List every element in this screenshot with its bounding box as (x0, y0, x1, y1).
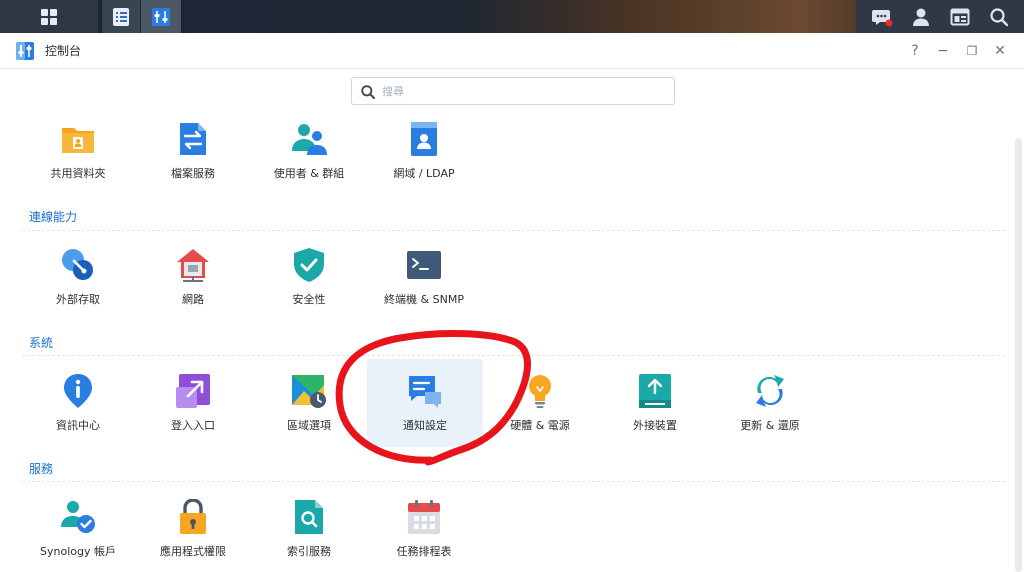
maximize-button[interactable]: ❐ (962, 41, 982, 61)
control-panel-app-icon (16, 42, 34, 60)
tile-login-portal[interactable]: 登入入口 (135, 359, 251, 447)
tile-file-services[interactable]: 檔案服務 (135, 107, 251, 195)
external-device-icon (639, 374, 671, 408)
close-button[interactable]: ✕ (990, 41, 1010, 61)
security-shield-icon (294, 248, 324, 282)
external-access-icon (62, 249, 93, 280)
tile-label: 任務排程表 (396, 545, 452, 558)
tile-external-devices[interactable]: 外接裝置 (597, 359, 713, 447)
tile-label: 網路 (182, 293, 204, 306)
tile-update-restore[interactable]: 更新 & 還原 (712, 359, 828, 447)
shared-folder-icon (62, 128, 94, 153)
domain-ldap-icon (411, 122, 437, 156)
lock-icon (180, 499, 206, 534)
lightbulb-icon (529, 375, 551, 408)
notification-icon (409, 376, 441, 408)
search-input[interactable] (382, 82, 666, 100)
indexing-search-icon (295, 500, 323, 534)
section-divider (22, 230, 1005, 231)
taskbar-tray (856, 0, 1024, 33)
update-restore-icon (756, 375, 784, 407)
search-icon[interactable] (987, 5, 1011, 29)
calendar-icon (408, 500, 440, 534)
tile-label: 使用者 & 群組 (273, 167, 345, 180)
tile-label: 硬體 & 電源 (510, 419, 570, 432)
synology-account-icon (61, 501, 95, 533)
tile-task-scheduler[interactable]: 任務排程表 (366, 485, 482, 572)
chat-notification-icon[interactable] (870, 5, 894, 29)
tile-domain-ldap[interactable]: 網域 / LDAP (366, 107, 482, 195)
tile-label: 應用程式權限 (160, 545, 226, 558)
section-divider (22, 481, 1005, 482)
tile-label: 共用資料夾 (50, 167, 106, 180)
window-title: 控制台 (45, 44, 82, 58)
tile-label: 更新 & 還原 (740, 419, 800, 432)
tile-label: 外部存取 (56, 293, 100, 306)
tile-label: 區域選項 (287, 419, 331, 432)
tile-label: 終端機 & SNMP (384, 293, 464, 306)
tile-label: 安全性 (292, 293, 326, 306)
taskbar (0, 0, 1024, 33)
search-icon (361, 85, 375, 99)
tile-users-groups[interactable]: 使用者 & 群組 (251, 107, 367, 195)
tile-shared-folder[interactable]: 共用資料夾 (20, 107, 136, 195)
network-home-icon (177, 249, 209, 282)
help-button[interactable]: ? (905, 41, 925, 61)
list-app-icon (113, 7, 129, 26)
login-portal-icon (176, 374, 210, 408)
control-panel-icon (152, 7, 170, 26)
tile-info-center[interactable]: 資訊中心 (20, 359, 136, 447)
main-menu-button[interactable] (0, 0, 98, 33)
tile-hardware-power[interactable]: 硬體 & 電源 (482, 359, 598, 447)
section-title-services: 服務 (29, 462, 54, 476)
tile-application-privileges[interactable]: 應用程式權限 (135, 485, 251, 572)
tile-label: Synology 帳戶 (40, 545, 116, 558)
file-services-icon (180, 123, 206, 155)
user-icon[interactable] (909, 5, 933, 29)
terminal-icon (407, 251, 441, 279)
tile-label: 網域 / LDAP (393, 167, 455, 180)
minimize-button[interactable]: − (933, 41, 953, 61)
tile-label: 索引服務 (287, 545, 331, 558)
tile-label: 登入入口 (171, 419, 215, 432)
tile-indexing-service[interactable]: 索引服務 (251, 485, 367, 572)
window-titlebar[interactable]: 控制台 ? − ❐ ✕ (0, 33, 1024, 69)
tile-synology-account[interactable]: Synology 帳戶 (20, 485, 136, 572)
section-divider (22, 355, 1005, 356)
tile-regional-options[interactable]: 區域選項 (251, 359, 367, 447)
search-box[interactable] (351, 77, 675, 105)
taskbar-app-package-center[interactable] (102, 0, 140, 33)
control-panel-window: 控制台 ? − ❐ ✕ 連線能力 系統 服務 共用資料夾 (0, 33, 1024, 572)
scrollbar[interactable] (1015, 138, 1022, 572)
section-title-connectivity: 連線能力 (29, 210, 78, 224)
tile-label: 檔案服務 (171, 167, 215, 180)
regional-options-icon (292, 375, 326, 408)
tile-label: 外接裝置 (633, 419, 677, 432)
tile-label: 通知設定 (403, 419, 447, 432)
tile-label: 資訊中心 (56, 419, 100, 432)
taskbar-app-control-panel[interactable] (141, 0, 181, 33)
section-title-system: 系統 (29, 336, 54, 350)
tile-terminal-snmp[interactable]: 終端機 & SNMP (366, 233, 482, 321)
tile-notification[interactable]: 通知設定 (367, 359, 483, 447)
tile-network[interactable]: 網路 (135, 233, 251, 321)
tile-security[interactable]: 安全性 (251, 233, 367, 321)
info-center-icon (64, 374, 92, 408)
grid-icon (41, 8, 57, 25)
tile-external-access[interactable]: 外部存取 (20, 233, 136, 321)
users-groups-icon (292, 124, 327, 155)
widgets-icon[interactable] (948, 5, 972, 29)
